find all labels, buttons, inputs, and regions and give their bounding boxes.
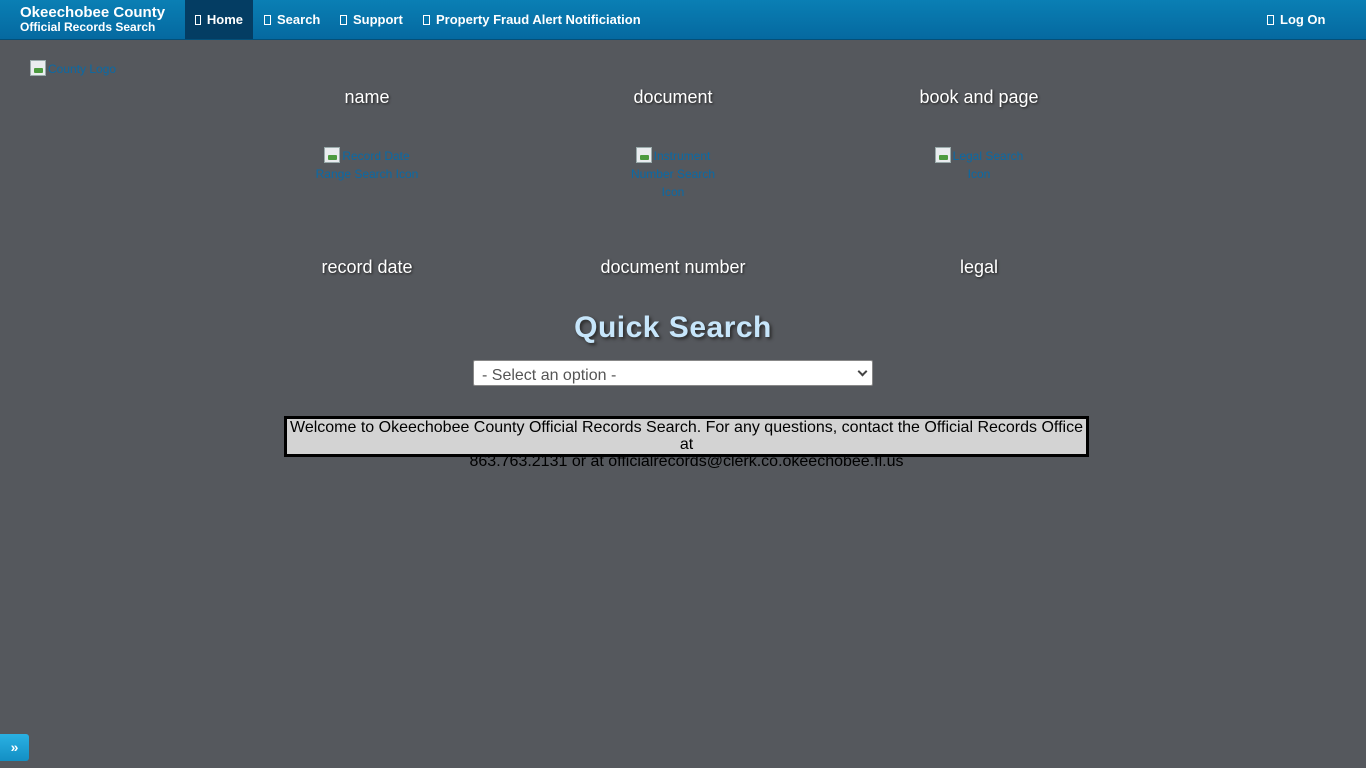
nav-fraud-alert[interactable]: Property Fraud Alert Notificiation [413,0,651,39]
brand-title[interactable]: Okeechobee County Official Records Searc… [20,5,165,33]
welcome-message: Welcome to Okeechobee County Official Re… [284,416,1089,470]
search-icon [264,14,271,25]
nav-search[interactable]: Search [254,0,330,39]
instrument-number-search-icon[interactable]: Instrument Number Search Icon [618,147,728,201]
support-icon [340,14,347,25]
top-navbar: Okeechobee County Official Records Searc… [0,0,1366,40]
search-type-document-number[interactable]: document number [523,257,823,278]
nav-log-on-label: Log On [1280,12,1326,27]
nav-fraud-alert-label: Property Fraud Alert Notificiation [436,12,641,27]
alert-icon [423,14,430,25]
quick-search-title: Quick Search [574,311,772,344]
welcome-line1: Welcome to Okeechobee County Official Re… [290,419,1083,453]
nav-support-label: Support [353,12,403,27]
county-logo: County Logo [30,60,116,78]
nav-search-label: Search [277,12,321,27]
welcome-line2: 863.763.2131 or at officialrecords@clerk… [469,453,904,470]
county-logo-alt: County Logo [48,62,117,76]
nav-home[interactable]: Home [185,0,253,39]
quick-search-select[interactable]: - Select an option - [473,360,873,386]
home-icon [195,14,201,25]
nav-home-label: Home [206,12,243,27]
search-type-document[interactable]: document [523,87,823,108]
broken-image-icon [30,60,46,76]
nav-log-on[interactable]: Log On [1257,0,1336,39]
broken-image-icon [324,147,341,163]
chevron-down-icon [857,366,868,377]
search-type-record-date[interactable]: record date [217,257,517,278]
search-type-name[interactable]: name [217,87,517,108]
nav-support[interactable]: Support [330,0,413,39]
legal-search-icon[interactable]: Legal Search Icon [924,147,1034,183]
search-type-book-and-page[interactable]: book and page [829,87,1129,108]
record-date-search-icon[interactable]: Record Date Range Search Icon [312,147,422,183]
brand-line1: Okeechobee County [20,4,166,21]
broken-image-icon [934,147,951,163]
brand-line2: Official Records Search [20,20,156,34]
legal-icon-alt: Legal Search Icon [952,149,1024,181]
login-icon [1267,14,1274,25]
broken-image-icon [635,147,652,163]
search-type-legal[interactable]: legal [829,257,1129,278]
quick-search-selected: - Select an option - [482,367,617,384]
expand-panel-button[interactable]: » [0,734,29,761]
